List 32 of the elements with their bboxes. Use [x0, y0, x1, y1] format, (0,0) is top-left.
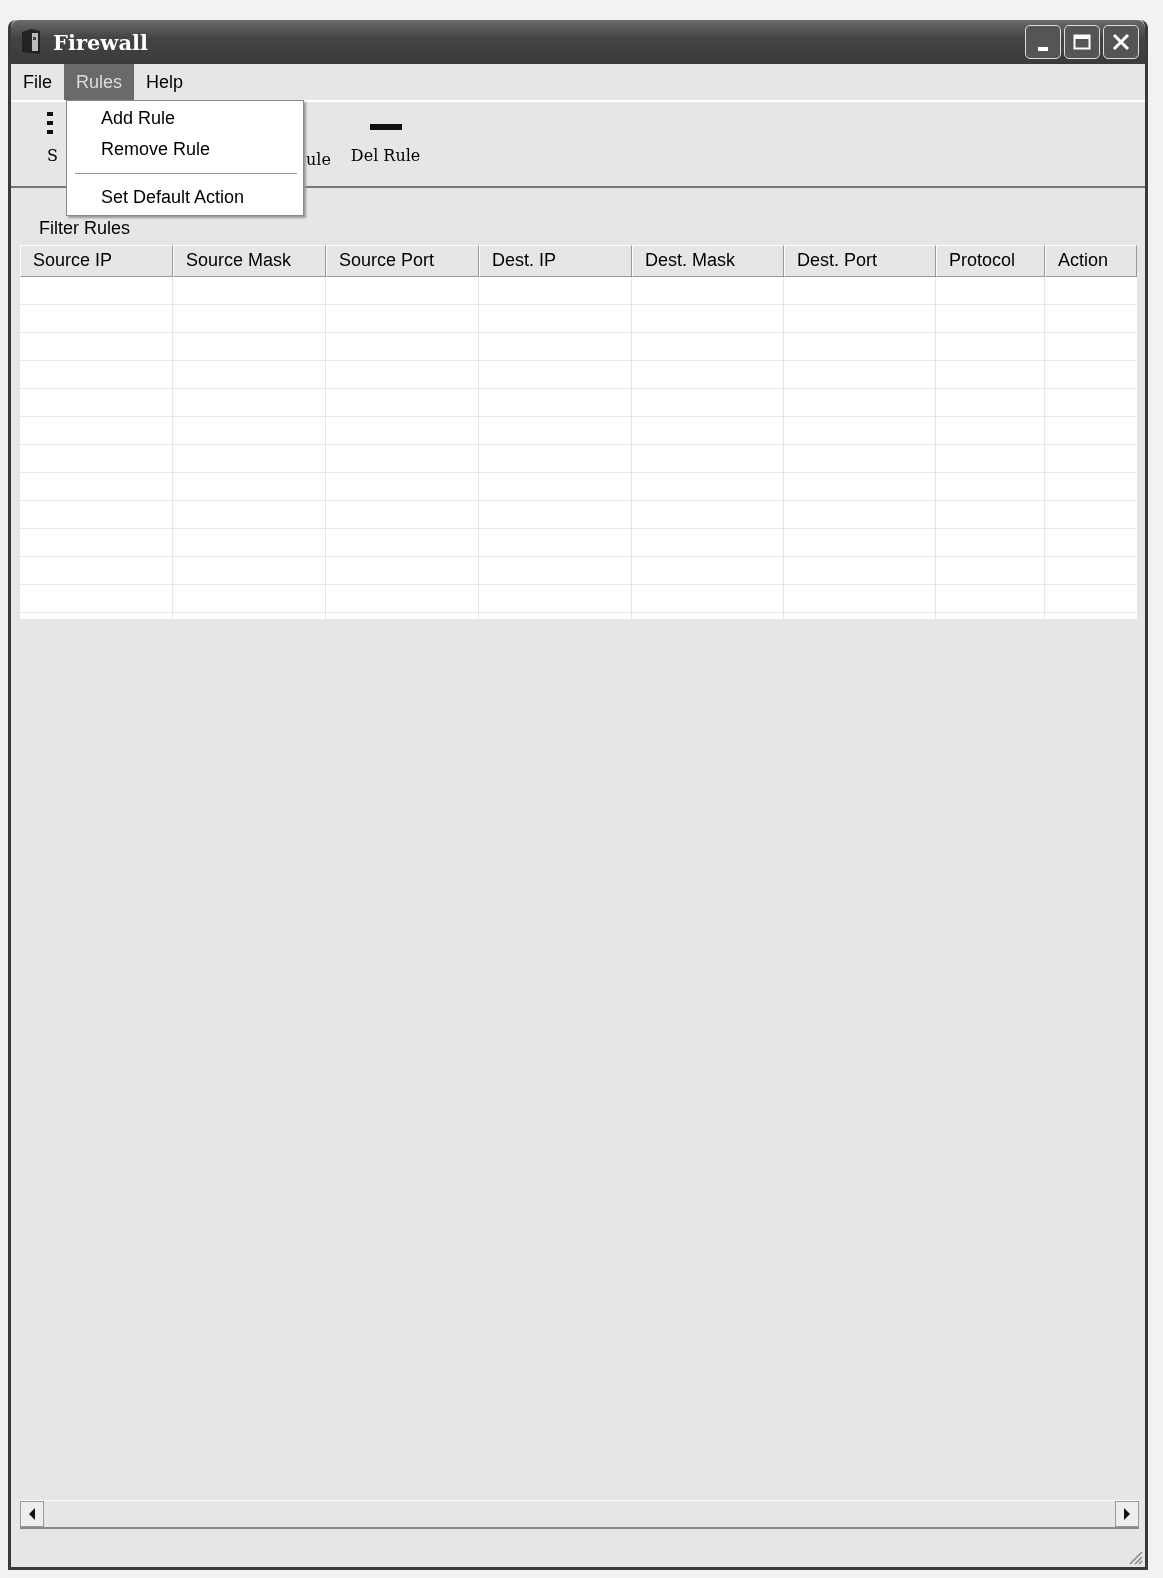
column-header[interactable]: Protocol — [936, 245, 1045, 277]
minimize-icon — [1038, 47, 1048, 51]
menu-option[interactable]: Set Default Action — [67, 182, 303, 213]
minus-icon — [369, 122, 402, 132]
menu-option[interactable]: Remove Rule — [67, 134, 303, 165]
menu-item[interactable]: File — [11, 64, 64, 100]
column-header[interactable]: Dest. Mask — [632, 245, 784, 277]
scroll-right-button[interactable] — [1115, 1501, 1139, 1527]
minimize-button[interactable] — [1025, 25, 1061, 59]
group-label: Filter Rules — [39, 218, 132, 239]
column-header[interactable]: Action — [1045, 245, 1137, 277]
column-header[interactable]: Dest. IP — [479, 245, 632, 277]
wall-icon — [21, 29, 41, 55]
column-header[interactable]: Source Mask — [173, 245, 326, 277]
left-arrow-icon — [28, 1508, 36, 1520]
column-header[interactable]: Source Port — [326, 245, 479, 277]
close-button[interactable] — [1103, 25, 1139, 59]
horizontal-scrollbar[interactable] — [20, 1500, 1139, 1529]
right-arrow-icon — [1123, 1508, 1131, 1520]
maximize-icon — [1073, 34, 1091, 50]
menu-item[interactable]: Help — [134, 64, 196, 100]
toolbar-button[interactable]: S — [47, 110, 58, 165]
column-header[interactable]: Source IP — [20, 245, 173, 277]
scroll-left-button[interactable] — [20, 1501, 44, 1527]
window-title: Firewall — [53, 29, 149, 55]
close-icon — [1112, 33, 1130, 51]
toolbar-button[interactable]: Del Rule — [350, 122, 421, 165]
maximize-button[interactable] — [1064, 25, 1100, 59]
menu-item[interactable]: Rules — [64, 64, 135, 100]
column-header[interactable]: Dest. Port — [784, 245, 936, 277]
menu-option[interactable]: Add Rule — [67, 103, 303, 134]
toolbar-button[interactable]: ule — [305, 150, 331, 169]
